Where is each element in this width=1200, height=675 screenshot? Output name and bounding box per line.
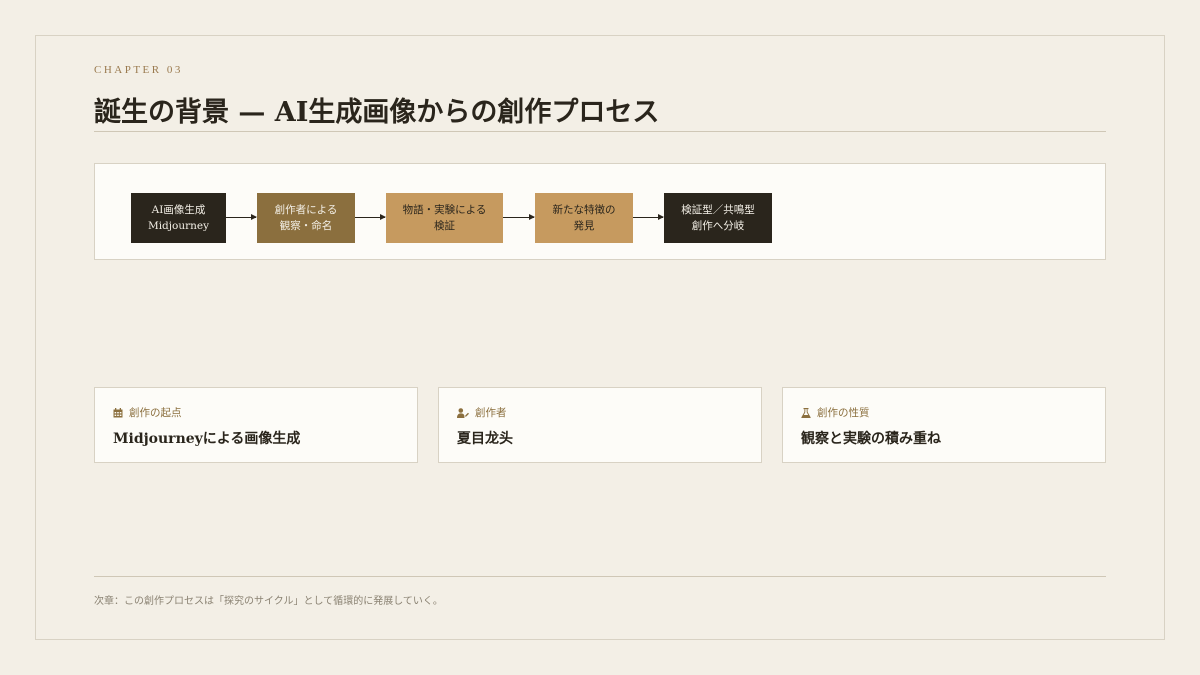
card-value: Midjourneyによる画像生成 xyxy=(113,431,301,447)
card-label-text: 創作の性質 xyxy=(817,407,870,419)
info-card-nature: 創作の性質 観察と実験の積み重ね xyxy=(782,387,1106,463)
card-label: 創作の起点 xyxy=(113,405,182,420)
card-label: 創作者 xyxy=(457,405,507,420)
flow-step-discovery: 新たな特徴の 発見 xyxy=(535,193,633,243)
page-title: 誕生の背景 — AI生成画像からの創作プロセス xyxy=(94,97,660,128)
flow-arrow xyxy=(503,214,535,220)
flow-arrow xyxy=(355,214,386,220)
flow-step-line: 検証型／共鳴型 xyxy=(681,203,755,216)
card-label-text: 創作の起点 xyxy=(129,407,182,419)
flow-arrow xyxy=(633,214,664,220)
flow-step-line: AI画像生成 xyxy=(151,203,206,216)
flow-step-line: 新たな特徴の xyxy=(552,203,616,216)
calendar-icon xyxy=(113,407,123,417)
flow-step-line: 検証 xyxy=(434,220,455,232)
user-pen-icon xyxy=(457,407,469,418)
info-card-origin: 創作の起点 Midjourneyによる画像生成 xyxy=(94,387,418,463)
flask-icon xyxy=(801,407,811,418)
flow-step-line: 創作者による xyxy=(274,203,338,216)
flow-step-branch: 検証型／共鳴型 創作へ分岐 xyxy=(664,193,772,243)
card-value: 観察と実験の積み重ね xyxy=(801,431,941,447)
flow-step-line: Midjourney xyxy=(147,220,210,232)
info-card-creator: 創作者 夏目龙头 xyxy=(438,387,762,463)
flow-step-observation: 創作者による 観察・命名 xyxy=(257,193,355,243)
flow-arrow xyxy=(226,214,257,220)
card-value: 夏目龙头 xyxy=(457,431,513,447)
chapter-label: CHAPTER 03 xyxy=(94,64,183,76)
card-label: 創作の性質 xyxy=(801,405,870,420)
flow-step-line: 発見 xyxy=(573,220,595,232)
flow-step-line: 観察・命名 xyxy=(279,220,333,232)
footer-divider xyxy=(94,576,1106,577)
flow-step-ai-generation: AI画像生成 Midjourney xyxy=(131,193,226,243)
title-divider xyxy=(94,131,1106,132)
flow-step-verification: 物語・実験による 検証 xyxy=(386,193,503,243)
card-label-text: 創作者 xyxy=(475,407,507,419)
flow-step-line: 物語・実験による xyxy=(402,203,487,216)
flow-step-line: 創作へ分岐 xyxy=(691,220,745,232)
process-flow: AI画像生成 Midjourney 創作者による 観察・命名 物語・実験による … xyxy=(94,163,1106,260)
footer-note: 次章：この創作プロセスは「探究のサイクル」として循環的に発展していく。 xyxy=(94,596,443,607)
